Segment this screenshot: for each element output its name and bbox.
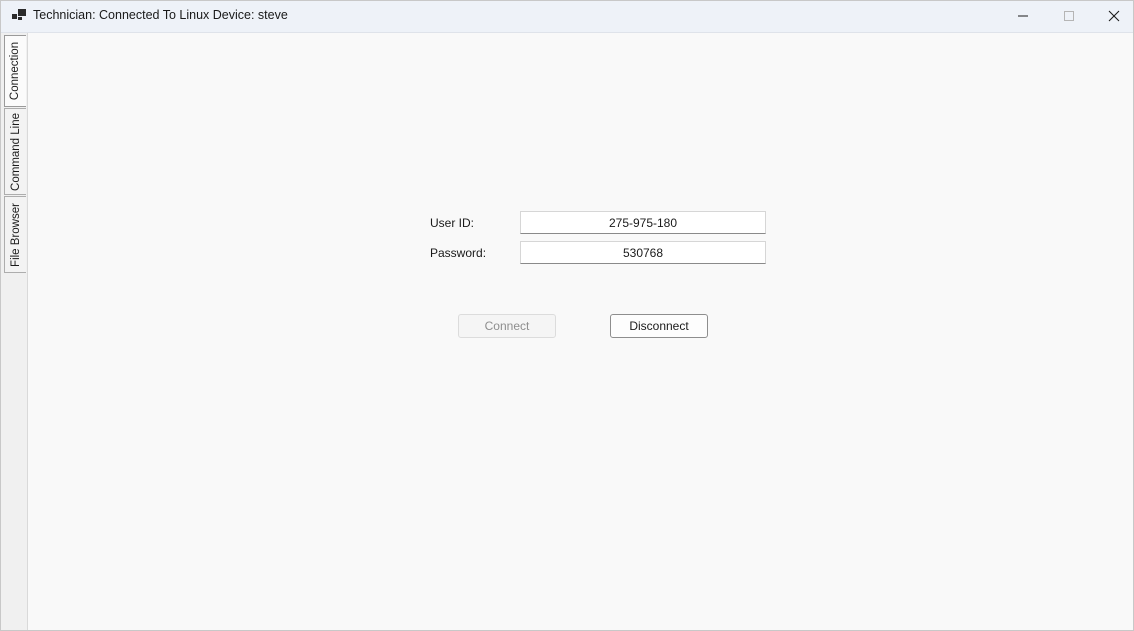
user-id-label: User ID: [430,216,475,230]
tab-connection[interactable]: Connection [4,35,26,107]
app-window: Technician: Connected To Linux Device: s… [0,0,1134,631]
tab-file-browser[interactable]: File Browser [4,196,26,273]
title-bar[interactable]: Technician: Connected To Linux Device: s… [1,1,1133,33]
tab-file-browser-label: File Browser [9,202,22,267]
close-icon [1108,10,1120,22]
close-button[interactable] [1091,1,1133,31]
tab-command-line-label: Command Line [9,112,22,191]
maximize-button[interactable] [1046,1,1092,31]
user-id-field[interactable] [520,211,766,234]
tab-connection-label: Connection [9,41,22,101]
maximize-icon [1064,11,1074,21]
app-window-icon [12,9,26,20]
password-field[interactable] [520,241,766,264]
vertical-tab-strip: Connection Command Line File Browser [1,33,28,630]
disconnect-button[interactable]: Disconnect [610,314,708,338]
window-title: Technician: Connected To Linux Device: s… [33,8,288,22]
minimize-button[interactable] [1000,1,1046,31]
minimize-icon [1018,15,1028,17]
connect-button[interactable]: Connect [458,314,556,338]
password-label: Password: [430,246,487,260]
tab-command-line[interactable]: Command Line [4,108,26,195]
